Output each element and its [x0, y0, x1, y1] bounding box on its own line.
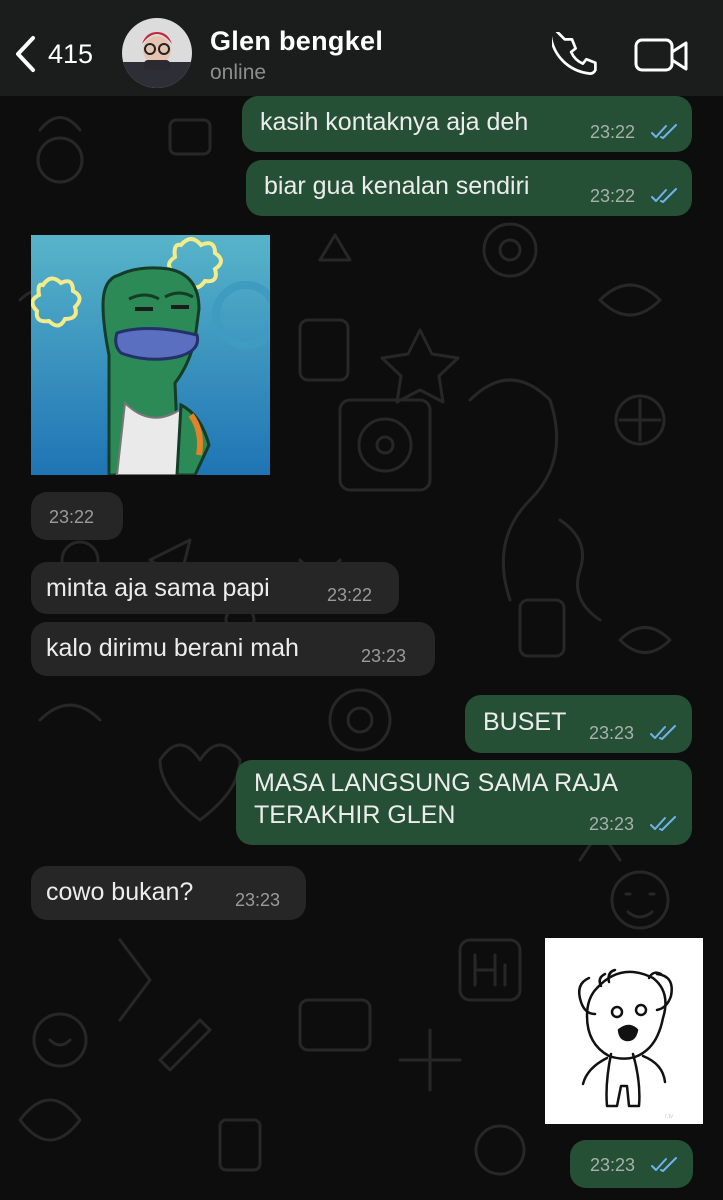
contact-status: online: [210, 61, 267, 84]
chat-header: 415 Glen bengkel online: [0, 0, 723, 96]
shocked-doodle-sticker[interactable]: r.tv: [545, 938, 703, 1124]
message-bubble-outgoing[interactable]: BUSET 23:23: [465, 695, 692, 753]
chevron-left-icon: [16, 36, 35, 72]
double-check-icon: [651, 124, 677, 139]
double-check-icon: [650, 816, 676, 831]
message-text: kalo dirimu berani mah: [46, 634, 299, 662]
video-camera-icon: [634, 38, 688, 72]
message-text: kasih kontaknya aja deh: [260, 108, 529, 136]
message-time: 23:22: [590, 186, 636, 206]
message-bubble-outgoing[interactable]: 23:23: [570, 1140, 693, 1188]
message-time: 23:22: [327, 585, 373, 605]
message-time: 23:23: [235, 890, 281, 910]
message-bubble-outgoing[interactable]: biar gua kenalan sendiri 23:22: [246, 160, 692, 216]
message-text: BUSET: [483, 708, 567, 736]
annoyed-fish-sticker[interactable]: [31, 235, 270, 475]
message-text: minta aja sama papi: [46, 574, 270, 602]
message-time: 23:22: [49, 507, 95, 527]
avatar[interactable]: [122, 18, 192, 88]
voice-call-button[interactable]: [549, 27, 600, 80]
back-button[interactable]: 415: [14, 30, 93, 78]
message-bubble-outgoing[interactable]: MASA LANGSUNG SAMA RAJA TERAKHIR GLEN 23…: [236, 760, 692, 845]
message-bubble-incoming[interactable]: cowo bukan? 23:23: [31, 866, 306, 920]
unread-count: 415: [48, 38, 94, 69]
video-call-button[interactable]: [632, 32, 692, 80]
message-text: biar gua kenalan sendiri: [264, 172, 530, 200]
message-text: cowo bukan?: [46, 878, 194, 906]
message-bubble-incoming[interactable]: minta aja sama papi 23:22: [31, 562, 399, 614]
message-bubble-incoming[interactable]: kalo dirimu berani mah 23:23: [31, 622, 435, 676]
message-time: 23:23: [589, 723, 635, 743]
message-time: 23:23: [590, 1155, 636, 1175]
double-check-icon: [651, 188, 677, 203]
contact-name[interactable]: Glen bengkel: [210, 26, 383, 57]
phone-icon: [549, 27, 597, 75]
double-check-icon: [651, 1157, 677, 1172]
double-check-icon: [650, 725, 676, 740]
chat-screen: 415 Glen bengkel online kasih kontaknya …: [0, 0, 723, 1200]
message-time: 23:23: [361, 646, 407, 666]
message-bubble-incoming[interactable]: 23:22: [31, 492, 123, 540]
message-time: 23:22: [590, 122, 636, 142]
message-time: 23:23: [589, 814, 635, 834]
message-bubble-outgoing[interactable]: kasih kontaknya aja deh 23:22: [242, 96, 692, 152]
message-text: MASA LANGSUNG SAMA RAJA TERAKHIR GLEN: [254, 769, 618, 829]
svg-text:r.tv: r.tv: [665, 1114, 673, 1120]
